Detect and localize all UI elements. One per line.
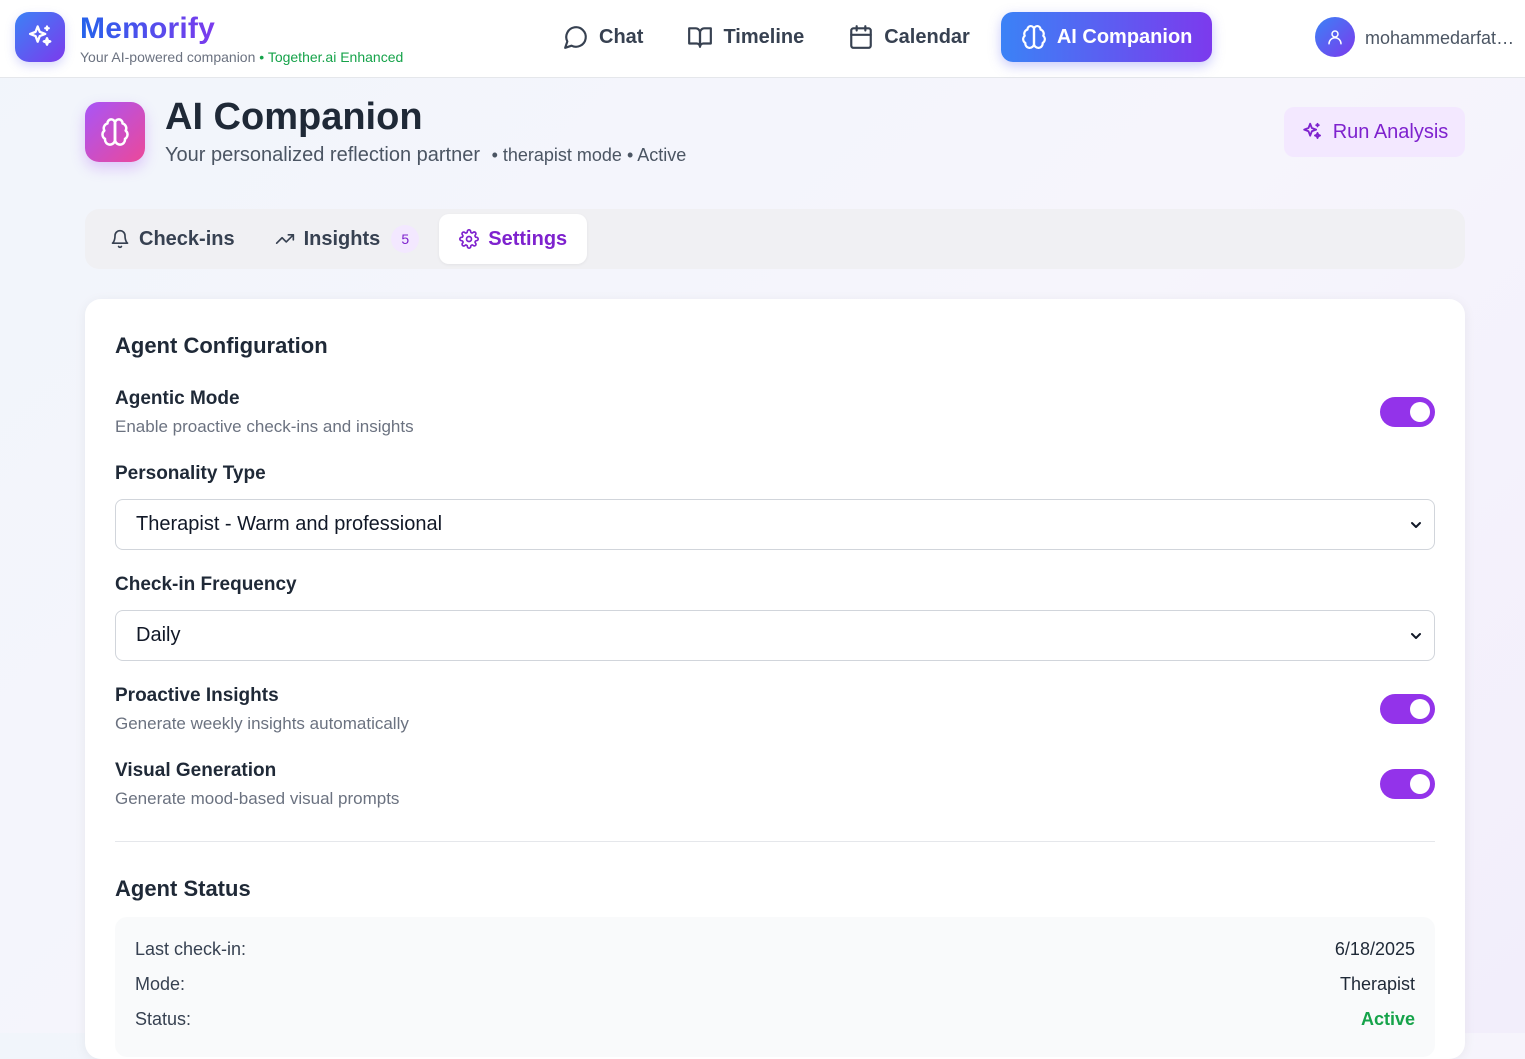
companion-tabs: Check-ins Insights 5 Settings [85, 209, 1465, 269]
toggle-knob [1410, 699, 1430, 719]
run-analysis-button[interactable]: Run Analysis [1284, 107, 1465, 157]
top-navigation-bar: Memorify Your AI-powered companion • Tog… [0, 0, 1525, 78]
page-title: AI Companion [165, 96, 423, 138]
run-analysis-label: Run Analysis [1332, 120, 1449, 143]
agent-status-panel: Last check-in: 6/18/2025 Mode: Therapist… [115, 917, 1435, 1057]
personality-type-select[interactable]: Therapist - Warm and professional [115, 499, 1435, 550]
check-in-frequency-value: Daily [136, 624, 181, 646]
proactive-insights-description: Generate weekly insights automatically [115, 714, 409, 733]
toggle-knob [1410, 402, 1430, 422]
user-name[interactable]: mohammedarfath... [1365, 28, 1520, 49]
nav-item-label: AI Companion [1056, 25, 1193, 48]
user-avatar[interactable] [1315, 17, 1355, 57]
proactive-insights-toggle[interactable] [1380, 694, 1435, 724]
sparkles-icon [1302, 122, 1321, 139]
nav-item-calendar[interactable]: Calendar [835, 12, 983, 62]
agent-configuration-heading: Agent Configuration [115, 333, 328, 358]
agentic-mode-toggle[interactable] [1380, 397, 1435, 427]
status-row-value: Therapist [1339, 974, 1415, 994]
brain-icon [1021, 24, 1046, 49]
chevron-down-icon [1411, 633, 1421, 639]
nav-item-label: Calendar [884, 25, 970, 48]
chat-bubble-icon [564, 26, 587, 49]
check-in-frequency-label: Check-in Frequency [115, 574, 297, 595]
proactive-insights-label: Proactive Insights [115, 685, 279, 706]
subtitle-text: Your personalized reflection partner [165, 144, 481, 166]
check-in-frequency-select[interactable]: Daily [115, 610, 1435, 661]
nav-item-ai-companion[interactable]: AI Companion [1000, 12, 1213, 62]
app-tagline: Your AI-powered companion • Together.ai … [80, 49, 403, 65]
visual-generation-toggle[interactable] [1380, 769, 1435, 799]
enhanced-badge: • Together.ai Enhanced [259, 49, 404, 65]
book-open-icon [688, 27, 713, 48]
tab-insights[interactable]: Insights 5 [255, 214, 440, 264]
tab-label: Insights [303, 227, 381, 250]
status-active-value: Active [1360, 1009, 1415, 1029]
insights-count-badge: 5 [391, 225, 420, 253]
settings-card: Agent Configuration Agentic Mode Enable … [85, 299, 1465, 1059]
nav-item-chat[interactable]: Chat [550, 12, 656, 62]
brain-icon [101, 118, 129, 146]
tab-label: Settings [488, 227, 568, 250]
nav-item-label: Timeline [723, 25, 805, 48]
status-row-label: Last check-in: [135, 939, 247, 959]
trending-up-icon [275, 234, 294, 244]
personality-type-value: Therapist - Warm and professional [136, 513, 443, 535]
visual-generation-description: Generate mood-based visual prompts [115, 789, 400, 808]
bell-icon [111, 229, 129, 249]
agentic-mode-description: Enable proactive check-ins and insights [115, 417, 414, 436]
status-row-label: Mode: [135, 974, 186, 994]
main-nav: Chat Timeline Calendar AI Companion [550, 12, 1230, 62]
status-row-label: Status: [135, 1009, 192, 1029]
nav-item-label: Chat [599, 25, 644, 48]
status-row-mode: Mode: Therapist [135, 974, 1415, 995]
app-name: Memorify [80, 12, 215, 45]
visual-generation-label: Visual Generation [115, 760, 277, 781]
tagline-text: Your AI-powered companion [80, 49, 256, 65]
status-row-status: Status: Active [135, 1009, 1415, 1030]
agentic-mode-label: Agentic Mode [115, 388, 240, 409]
personality-type-label: Personality Type [115, 463, 266, 484]
tab-check-ins[interactable]: Check-ins [90, 214, 255, 264]
page-subtitle: Your personalized reflection partner • t… [165, 144, 686, 167]
page-brain-icon-tile [85, 102, 145, 162]
section-divider [115, 841, 1435, 842]
app-logo[interactable] [15, 12, 65, 62]
tab-label: Check-ins [139, 227, 235, 250]
mode-status-text: • therapist mode • Active [491, 145, 687, 165]
toggle-knob [1410, 774, 1430, 794]
gear-icon [459, 229, 480, 249]
agent-status-heading: Agent Status [115, 876, 251, 901]
sparkles-icon [28, 25, 52, 46]
user-icon [1328, 30, 1342, 45]
calendar-icon [850, 25, 873, 49]
status-row-value: 6/18/2025 [1334, 939, 1415, 959]
chevron-down-icon [1411, 522, 1421, 528]
status-row-last-check-in: Last check-in: 6/18/2025 [135, 939, 1415, 960]
tab-settings[interactable]: Settings [439, 214, 588, 264]
nav-item-timeline[interactable]: Timeline [674, 12, 817, 62]
